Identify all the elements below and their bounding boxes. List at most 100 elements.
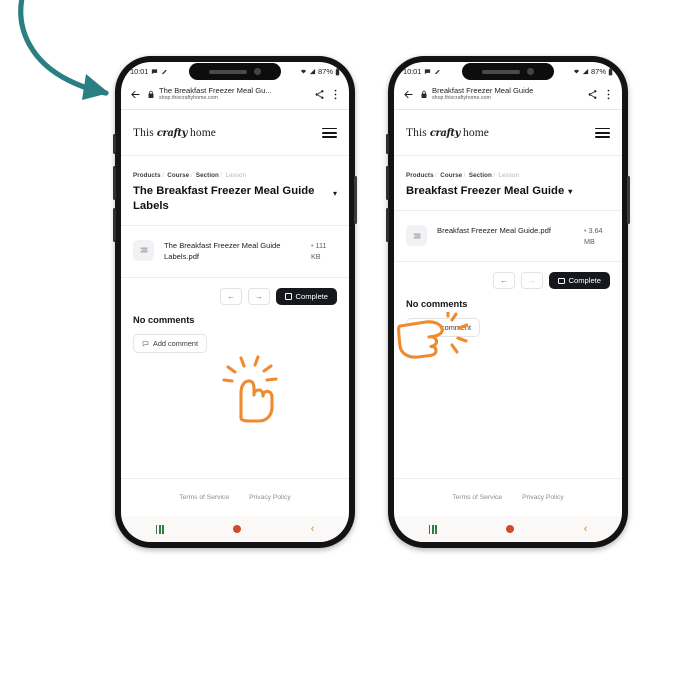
- add-comment-label: Add comment: [153, 339, 199, 349]
- url-bar[interactable]: The Breakfast Freezer Meal Gu... shop.th…: [147, 86, 308, 102]
- caret-down-icon[interactable]: ▾: [568, 187, 572, 196]
- attachment-row[interactable]: Breakfast Freezer Meal Guide.pdf • 3.64 …: [394, 211, 622, 263]
- lesson-title: The Breakfast Freezer Meal Guide Labels: [133, 185, 315, 213]
- phone-notch: [189, 63, 281, 80]
- phone-button-volume-up[interactable]: [113, 166, 116, 200]
- phone-button-power[interactable]: [354, 176, 357, 224]
- phone-mockup-right: 10:01 87% Breakfast Freezer Meal Guide s…: [386, 56, 630, 548]
- footer-link-privacy[interactable]: Privacy Policy: [522, 494, 564, 501]
- attachment-size-value: 3.64 MB: [584, 226, 603, 247]
- breadcrumb-item[interactable]: Course: [167, 172, 189, 179]
- lesson-block: Products / Course / Section / Lesson The Br…: [121, 156, 349, 226]
- no-comments-heading: No comments: [406, 299, 468, 310]
- phone-button-volume-down[interactable]: [113, 208, 116, 242]
- hamburger-menu-icon[interactable]: [595, 127, 610, 139]
- add-comment-button[interactable]: Add comment: [133, 334, 208, 354]
- arrow-left-icon[interactable]: [130, 89, 141, 100]
- arrow-left-icon[interactable]: [403, 89, 414, 100]
- status-bar: 10:01 87%: [394, 62, 622, 81]
- earpiece-speaker-icon: [209, 69, 247, 74]
- home-circle-icon[interactable]: [506, 525, 515, 533]
- cellular-signal-icon: [309, 68, 316, 75]
- footer-link-terms[interactable]: Terms of Service: [452, 494, 502, 501]
- edit-pencil-icon: [435, 69, 440, 75]
- prev-lesson-button[interactable]: ←: [493, 272, 515, 290]
- home-circle-icon[interactable]: [233, 525, 242, 533]
- lesson-nav-row: ← → Complete: [121, 278, 349, 313]
- complete-button[interactable]: Complete: [276, 288, 337, 306]
- footer-link-terms[interactable]: Terms of Service: [179, 494, 229, 501]
- bullet-separator: •: [584, 226, 587, 236]
- recents-icon[interactable]: [155, 524, 165, 534]
- caret-down-icon[interactable]: ▾: [333, 184, 337, 198]
- breadcrumb: Products / Course / Section / Lesson: [406, 172, 520, 180]
- next-lesson-button[interactable]: →: [248, 288, 270, 306]
- breadcrumb-item[interactable]: Course: [440, 172, 462, 179]
- complete-button-label: Complete: [295, 292, 329, 302]
- document-lines-icon: [133, 239, 154, 261]
- battery-icon: [335, 67, 340, 75]
- footer-link-privacy[interactable]: Privacy Policy: [249, 494, 291, 501]
- back-chevron-icon[interactable]: ‹: [584, 523, 588, 535]
- status-bar-left: 10:01: [403, 67, 441, 76]
- breadcrumb-item-current: Lesson: [498, 172, 520, 180]
- lesson-nav-row: ← → Complete: [394, 262, 622, 297]
- phone-screen-right: 10:01 87% Breakfast Freezer Meal Guide s…: [394, 62, 622, 542]
- breadcrumb-item[interactable]: Section: [469, 172, 492, 179]
- site-footer: Terms of Service Privacy Policy: [394, 478, 622, 516]
- phone-button-mute[interactable]: [113, 134, 116, 154]
- lesson-block: Products / Course / Section / Lesson Breakf…: [394, 156, 622, 212]
- comment-bubble-icon: [142, 341, 149, 347]
- logo-script-word: crafty: [156, 127, 188, 139]
- phone-button-volume-up[interactable]: [386, 166, 389, 200]
- status-bar-right: 87%: [573, 67, 613, 76]
- phone-screen-left: 10:01 87% The Breakfast Freezer Meal Gu.…: [121, 62, 349, 542]
- more-vertical-icon[interactable]: [331, 89, 340, 100]
- complete-button[interactable]: Complete: [549, 272, 610, 290]
- add-comment-button[interactable]: Add comment: [406, 318, 481, 338]
- page-title: The Breakfast Freezer Meal Gu...: [159, 86, 272, 95]
- attachment-size: • 111 KB: [311, 240, 337, 262]
- prev-lesson-button[interactable]: ←: [220, 288, 242, 306]
- logo-prefix: This: [133, 126, 154, 139]
- complete-button-label: Complete: [568, 276, 602, 286]
- breadcrumb: Products / Course / Section / Lesson: [133, 172, 247, 180]
- phone-button-power[interactable]: [627, 176, 630, 224]
- front-camera-icon: [254, 68, 261, 75]
- document-lines-icon: [406, 225, 427, 247]
- battery-percent: 87%: [317, 67, 333, 76]
- status-bar: 10:01 87%: [121, 62, 349, 81]
- no-comments-heading: No comments: [133, 315, 195, 326]
- battery-icon: [608, 67, 613, 75]
- site-footer: Terms of Service Privacy Policy: [121, 478, 349, 516]
- hamburger-menu-icon[interactable]: [322, 127, 337, 139]
- phone-button-mute[interactable]: [386, 134, 389, 154]
- chat-bubble-icon: [425, 69, 431, 75]
- status-bar-right: 87%: [300, 67, 340, 76]
- android-navigation-bar: ‹: [121, 516, 349, 542]
- edit-pencil-icon: [162, 69, 167, 75]
- chat-bubble-icon: [152, 69, 158, 75]
- more-vertical-icon[interactable]: [604, 89, 613, 100]
- cellular-signal-icon: [582, 68, 589, 75]
- breadcrumb-item[interactable]: Section: [196, 172, 219, 179]
- logo-script-word: crafty: [429, 127, 461, 139]
- breadcrumb-item[interactable]: Products: [133, 172, 161, 179]
- site-header: This crafty home: [121, 110, 349, 157]
- site-header: This crafty home: [394, 110, 622, 157]
- phone-button-volume-down[interactable]: [386, 208, 389, 242]
- recents-icon[interactable]: [428, 524, 438, 534]
- breadcrumb-item[interactable]: Products: [406, 172, 434, 179]
- site-logo[interactable]: This crafty home: [133, 127, 216, 139]
- lesson-title: Breakfast Freezer Meal Guide ▾: [406, 184, 610, 199]
- status-bar-left: 10:01: [130, 67, 168, 76]
- share-icon[interactable]: [587, 89, 598, 100]
- attachment-row[interactable]: The Breakfast Freezer Meal Guide Labels.…: [121, 226, 349, 279]
- site-logo[interactable]: This crafty home: [406, 127, 489, 139]
- back-chevron-icon[interactable]: ‹: [311, 523, 315, 535]
- share-icon[interactable]: [314, 89, 325, 100]
- attachment-name: The Breakfast Freezer Meal Guide Labels.…: [164, 240, 281, 262]
- attachment-size-value: 111 KB: [311, 240, 327, 261]
- url-bar[interactable]: Breakfast Freezer Meal Guide shop.thiscr…: [420, 86, 581, 102]
- checkbox-empty-icon: [558, 277, 565, 285]
